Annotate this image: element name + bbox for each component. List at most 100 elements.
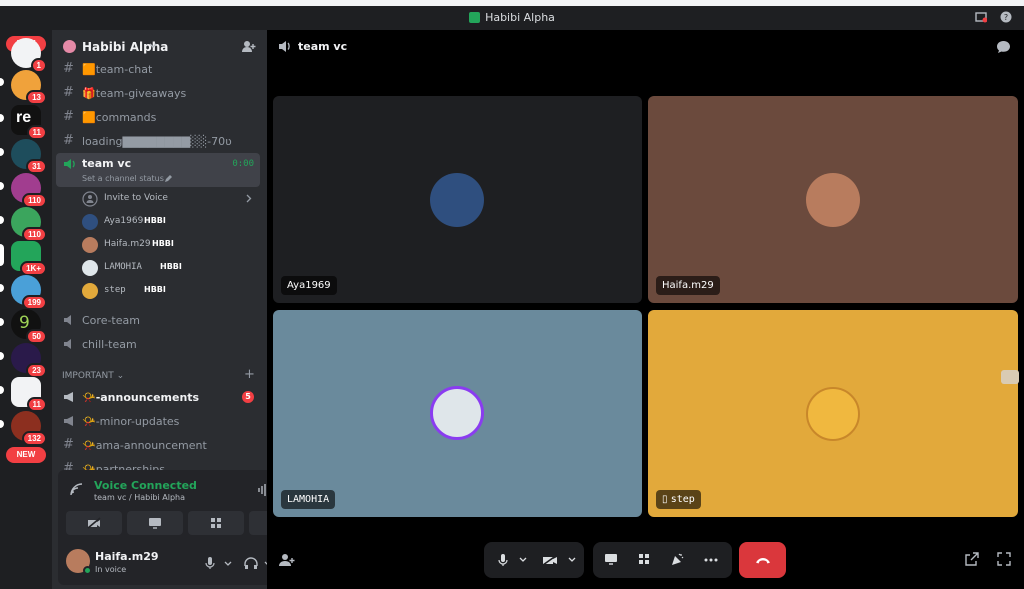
microphone-icon[interactable] [205, 556, 215, 570]
title-bar-strip [0, 0, 1024, 6]
unread-count: 5 [242, 391, 254, 403]
pencil-icon[interactable] [164, 175, 172, 183]
chevron-down-icon[interactable] [519, 557, 527, 563]
add-user-icon[interactable] [242, 40, 256, 53]
more-options-icon[interactable] [704, 558, 718, 562]
participant-name: Haifa.m29 [656, 276, 720, 295]
audio-video-controls [484, 542, 584, 578]
app-logo-icon [469, 12, 481, 23]
hash-icon: # [63, 85, 74, 100]
add-channel-icon[interactable]: + [244, 367, 255, 382]
avatar [82, 214, 98, 230]
screen-share-icon [149, 518, 161, 529]
participant-avatar [430, 386, 484, 440]
speaker-icon [64, 339, 71, 349]
unread-pill [0, 182, 4, 190]
invite-icon [82, 191, 98, 207]
unread-pill [0, 284, 4, 292]
video-tile-haifa[interactable]: Haifa.m29 [648, 96, 1018, 303]
unread-pill [0, 420, 4, 428]
server-icon-11[interactable]: 11 [11, 377, 47, 412]
user-avatar[interactable] [66, 549, 92, 575]
member-name: step [104, 285, 126, 295]
help-icon[interactable]: ? [1000, 11, 1012, 23]
noise-suppression-icon[interactable] [258, 484, 267, 496]
invite-label: Invite to Voice [104, 193, 168, 203]
video-tile-step[interactable]: ▯ step [648, 310, 1018, 517]
channel-announcements[interactable]: 📯-announcements 5 [56, 386, 260, 408]
voice-member[interactable]: Aya1969 HBBI [80, 212, 260, 232]
server-icon-5[interactable]: 110 [11, 173, 47, 208]
activities-button[interactable] [188, 511, 244, 535]
leave-call-button[interactable] [739, 542, 786, 578]
microphone-icon[interactable] [498, 553, 508, 567]
channel-minor-updates[interactable]: 📯-minor-updates [56, 410, 260, 432]
screen-share-icon[interactable] [604, 553, 618, 566]
chevron-down-icon[interactable] [568, 557, 576, 563]
invite-user-icon[interactable] [279, 553, 295, 567]
server-icon-1[interactable]: 1 [11, 38, 47, 73]
member-name: Haifa.m29 [104, 239, 151, 249]
svg-text:?: ? [1004, 13, 1008, 22]
voice-channel-chill-team[interactable]: chill-team [56, 333, 260, 355]
voice-member[interactable]: Haifa.m29 HBBI [80, 235, 260, 255]
camera-off-icon [87, 517, 101, 529]
category-important[interactable]: IMPORTANT ⌄ [62, 371, 124, 381]
activities-icon[interactable] [638, 553, 650, 565]
speaker-icon [279, 41, 290, 52]
participant-name: LAMOHIA [281, 490, 336, 509]
video-tile-aya1969[interactable]: Aya1969 [273, 96, 642, 303]
chevron-down-icon[interactable] [224, 561, 232, 567]
voice-member[interactable]: LAMOHIA HBBI [80, 258, 260, 278]
voice-channel-core-team[interactable]: Core-team [56, 309, 260, 331]
server-icon-12[interactable]: 132 [11, 411, 47, 446]
unread-pill [0, 148, 4, 156]
soundboard-icon[interactable] [671, 553, 684, 566]
voice-channel-team-vc[interactable]: team vc 0:00 Set a channel status [56, 153, 260, 187]
fullscreen-icon[interactable] [997, 552, 1011, 566]
server-icon-8[interactable]: 199 [11, 275, 47, 310]
overflow-handle[interactable] [1001, 370, 1019, 384]
server-icon-3[interactable]: re 11 [11, 105, 47, 140]
screen-share-button[interactable] [127, 511, 183, 535]
voice-connected-title[interactable]: Voice Connected [94, 479, 197, 492]
stage-channel-name: team vc [298, 40, 348, 53]
server-icon-10[interactable]: 23 [11, 343, 47, 378]
server-icon-6[interactable]: 110 [11, 207, 47, 242]
voice-connected-subtitle[interactable]: team vc / Habibi Alpha [94, 493, 185, 502]
channel-team-chat[interactable]: # 🟧team-chat [56, 58, 260, 80]
soundboard-button[interactable] [249, 511, 267, 535]
avatar [82, 283, 98, 299]
voice-stage: team vc Aya1969 Haifa.m29 LAMOHIA ▯ step [267, 30, 1024, 589]
member-tag: HBBI [160, 262, 182, 271]
server-icon-2[interactable]: 13 [11, 70, 47, 105]
window-title-text: Habibi Alpha [485, 11, 555, 24]
voice-member[interactable]: step HBBI [80, 281, 260, 301]
channel-commands[interactable]: # 🟧commands [56, 106, 260, 128]
channel-status-input[interactable]: Set a channel status [82, 174, 164, 183]
invite-to-voice[interactable]: Invite to Voice [80, 189, 260, 209]
user-name[interactable]: Haifa.m29 [95, 550, 159, 563]
pop-out-icon[interactable] [965, 552, 979, 566]
server-icon-4[interactable]: 31 [11, 139, 47, 174]
camera-off-icon[interactable] [542, 554, 558, 566]
member-name: LAMOHIA [104, 262, 142, 272]
chat-bubble-icon[interactable] [996, 40, 1011, 54]
channel-loading[interactable]: # loading▇▇▇▇▇▇▇▇░░-70ʋ [56, 130, 260, 152]
megaphone-icon [64, 392, 73, 402]
channel-team-giveaways[interactable]: # 🎁team-giveaways [56, 82, 260, 104]
server-icon-habibi[interactable]: 1K+ [11, 241, 47, 276]
signal-icon[interactable] [70, 483, 84, 496]
title-bar: Habibi Alpha ? [0, 0, 1024, 30]
hash-icon: # [63, 61, 74, 76]
avatar [82, 260, 98, 276]
headphones-icon[interactable] [244, 557, 258, 570]
server-icon-9[interactable]: 9 50 [11, 309, 47, 344]
video-tile-lamohia[interactable]: LAMOHIA [273, 310, 642, 517]
camera-toggle-button[interactable] [66, 511, 122, 535]
unread-pill [0, 78, 4, 86]
inbox-icon[interactable] [975, 11, 987, 23]
participant-name: Aya1969 [281, 276, 337, 295]
selected-pill [0, 244, 4, 266]
channel-ama-announcement[interactable]: # 📯ama-announcement [56, 434, 260, 456]
